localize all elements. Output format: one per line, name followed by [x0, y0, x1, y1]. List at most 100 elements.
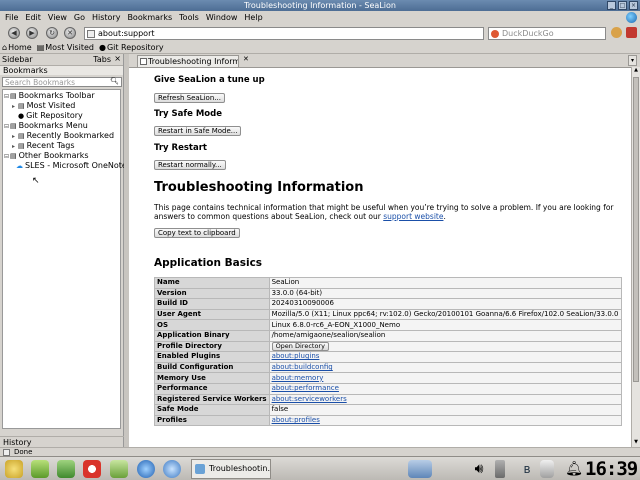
bookmark-search-input[interactable]: Search Bookmarks 🔍︎: [2, 77, 122, 87]
search-placeholder: DuckDuckGo: [502, 29, 554, 38]
table-row: Performance about:performance: [154, 382, 622, 395]
restart-safe-mode-button[interactable]: Restart in Safe Mode...: [154, 126, 242, 136]
lifebuoy-icon[interactable]: [83, 460, 101, 478]
sidebar-tabs-dropdown[interactable]: Tabs: [93, 55, 111, 64]
github-icon: ●: [98, 43, 106, 52]
menu-help[interactable]: Help: [244, 13, 262, 22]
volume-icon[interactable]: 🔊︎: [470, 460, 488, 478]
about-memory-link[interactable]: about:memory: [272, 374, 324, 382]
sidebar-section-label: Bookmarks: [0, 65, 123, 75]
table-row: OS Linux 6.8.0-rc6_A-EON_X1000_Nemo: [154, 319, 622, 331]
sidebar-title: Sidebar: [2, 55, 33, 64]
menu-go[interactable]: Go: [74, 13, 85, 22]
sealion-launcher-icon[interactable]: [163, 460, 181, 478]
menu-bookmarks[interactable]: Bookmarks: [127, 13, 172, 22]
addon-icon[interactable]: [611, 27, 622, 38]
tuneup-heading: Give SeaLion a tune up: [154, 75, 265, 85]
search-tool-icon[interactable]: [57, 460, 75, 478]
support-website-link[interactable]: support website: [383, 212, 443, 221]
about-profiles-link[interactable]: about:profiles: [272, 416, 320, 424]
tree-item-bookmarks-menu[interactable]: ⊟▤ Bookmarks Menu: [4, 121, 88, 131]
vertical-scrollbar[interactable]: ▲ ▼: [631, 67, 640, 447]
about-plugins-link[interactable]: about:plugins: [272, 353, 320, 361]
tree-item-other-bookmarks[interactable]: ⊟▤ Other Bookmarks: [4, 151, 89, 161]
page-content: Give SeaLion a tune up Refresh SeaLion..…: [129, 67, 631, 447]
copy-to-clipboard-button[interactable]: Copy text to clipboard: [154, 228, 240, 238]
maximize-button[interactable]: □: [618, 1, 627, 10]
network-icon[interactable]: [495, 460, 505, 478]
bookmark-git-repository[interactable]: ● Git Repository: [99, 43, 164, 52]
menu-tools[interactable]: Tools: [179, 13, 199, 22]
about-buildconfig-link[interactable]: about:buildconfig: [272, 363, 333, 371]
tab-troubleshooting[interactable]: Troubleshooting Information: [137, 55, 239, 67]
menu-view[interactable]: View: [48, 13, 67, 22]
menu-window[interactable]: Window: [206, 13, 238, 22]
mouse-cursor-icon: ↖: [32, 176, 40, 186]
sidebar-close-icon[interactable]: ×: [114, 54, 121, 63]
sealion-throbber-icon: [626, 12, 637, 23]
bluetooth-icon[interactable]: ʙ: [518, 460, 536, 478]
bookmarks-toolbar: ⌂ Home ▤ Most Visited ● Git Repository: [0, 42, 640, 54]
monitor-icon[interactable]: [31, 460, 49, 478]
forward-button[interactable]: ▶: [26, 27, 38, 39]
workspace-switcher-icon[interactable]: [408, 460, 432, 478]
menu-edit[interactable]: Edit: [25, 13, 41, 22]
folder-icon: ▤: [10, 92, 17, 100]
table-row: Version 33.0.0 (64-bit): [154, 287, 622, 300]
notification-bell-icon[interactable]: 🔔︎: [565, 460, 583, 478]
tree-item-bookmarks-toolbar[interactable]: ⊟▤ Bookmarks Toolbar: [4, 91, 95, 101]
status-bar: Done: [0, 447, 640, 456]
page-title: Troubleshooting Information: [154, 180, 364, 195]
clock[interactable]: 16:39: [585, 458, 638, 480]
tree-item-git-repository[interactable]: ● Git Repository: [18, 111, 83, 121]
tree-item-recently-bookmarked[interactable]: ▸ ▤ Recently Bookmarked: [12, 131, 114, 141]
tab-strip: Troubleshooting Information ✕ ▾: [129, 54, 640, 67]
refresh-sealion-button[interactable]: Refresh SeaLion...: [154, 93, 225, 103]
restart-heading: Try Restart: [154, 143, 207, 153]
table-row: Application Binary/home/amigaone/sealion…: [154, 329, 622, 342]
status-text: Done: [14, 448, 33, 456]
about-performance-link[interactable]: about:performance: [272, 384, 339, 392]
tree-item-sles-onenote[interactable]: ☁ SLES - Microsoft OneNote ...: [16, 161, 137, 171]
tab-close-icon[interactable]: ✕: [243, 55, 249, 63]
tree-item-recent-tags[interactable]: ▸ ▤ Recent Tags: [12, 141, 75, 151]
stop-button[interactable]: ✕: [64, 27, 76, 39]
menu-history[interactable]: History: [92, 13, 120, 22]
about-serviceworkers-link[interactable]: about:serviceworkers: [272, 395, 347, 403]
tools-icon[interactable]: [110, 460, 128, 478]
reload-button[interactable]: ↻: [46, 27, 58, 39]
menubar: File Edit View Go History Bookmarks Tool…: [0, 11, 640, 24]
browser-icon[interactable]: [137, 460, 155, 478]
sidebar-history-tab[interactable]: History: [0, 436, 124, 447]
settings-gear-icon[interactable]: [5, 460, 23, 478]
sidebar: Sidebar Tabs × Bookmarks Search Bookmark…: [0, 54, 137, 447]
scroll-thumb[interactable]: [633, 77, 639, 382]
bookmark-most-visited[interactable]: ▤ Most Visited: [37, 43, 94, 52]
navigation-toolbar: ◀ ▶ ↻ ✕ about:support DuckDuckGo: [0, 24, 640, 42]
tab-list-button[interactable]: ▾: [628, 55, 637, 66]
ublock-icon[interactable]: [626, 27, 637, 38]
table-row: Profile Directory Open Directory: [154, 340, 622, 353]
close-window-button[interactable]: ×: [629, 1, 638, 10]
folder-icon: ▤: [10, 152, 17, 160]
restart-normally-button[interactable]: Restart normally...: [154, 160, 226, 170]
folder-icon: ▤: [18, 142, 25, 150]
menu-file[interactable]: File: [5, 13, 18, 22]
taskbar-window-button[interactable]: Troubleshootin...: [191, 459, 271, 479]
table-row: Build ID 20240310090006: [154, 298, 622, 310]
url-bar[interactable]: about:support: [84, 27, 484, 40]
bookmark-home[interactable]: ⌂ Home: [2, 43, 32, 52]
scroll-down-icon[interactable]: ▼: [632, 439, 640, 447]
tree-item-most-visited[interactable]: ▸ ▤ Most Visited: [12, 101, 75, 111]
intro-paragraph: This page contains technical information…: [154, 203, 614, 221]
search-bar[interactable]: DuckDuckGo: [488, 27, 606, 40]
taskbar: Troubleshootin... 🔊︎ ʙ 🔔︎ 16:39: [0, 456, 640, 480]
safe-mode-heading: Try Safe Mode: [154, 109, 222, 119]
clipboard-icon[interactable]: [540, 460, 554, 478]
back-button[interactable]: ◀: [8, 27, 20, 39]
scroll-up-icon[interactable]: ▲: [632, 67, 640, 75]
page-icon: [140, 58, 147, 65]
open-directory-button[interactable]: Open Directory: [271, 342, 329, 351]
minimize-button[interactable]: _: [607, 1, 616, 10]
github-icon: ●: [18, 112, 25, 120]
